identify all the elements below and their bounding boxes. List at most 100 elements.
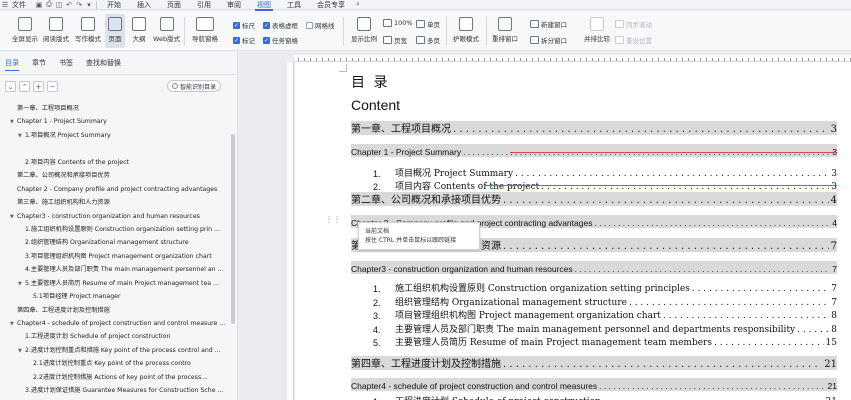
toc-entry[interactable]: Chapter3 - construction organization and… [351,261,837,274]
toc-tree-item[interactable]: 第二章、公司概况和承接项目优势 [0,169,230,182]
toc-entry[interactable]: 3. 项目管理组织机构图 Project management organizat… [373,308,837,321]
writing-mode-button[interactable]: 写作模式 [75,11,101,43]
toc-tree-item[interactable]: 2.1进度计划控制重点 Key point of the process con… [0,357,230,370]
save-icon[interactable]: ▣ [34,0,44,10]
remove-icon[interactable]: − [47,81,58,92]
toc-tree-item[interactable]: 5.1项目经理 Project manager [0,290,230,303]
expand-toggle-icon[interactable]: ▼ [18,345,25,357]
toc-tree-item[interactable]: 第一章、工程项目概况 [0,102,230,115]
toc-tree-item[interactable] [0,142,230,155]
toc-tree-item[interactable]: Chapter 2 - Company profile and project … [0,183,230,196]
task-pane-checkbox[interactable]: ✓ 任务窗格 [263,35,298,45]
ruler-checkbox[interactable]: ✓ 标尺 [233,20,255,30]
tab-view[interactable]: 视图 [249,0,279,11]
toc-entry[interactable]: 1. 施工组织机构设置原则 Construction organization s… [373,281,837,294]
tab-page[interactable]: 页面 [159,0,189,10]
redo-icon[interactable]: ↷ [74,0,84,10]
toc-tree-item[interactable]: 4.主要管理人员及部门职责 The main management person… [0,263,230,276]
toc-entry[interactable]: Chapter4 - schedule of project construct… [351,378,837,391]
expand-toggle-icon[interactable]: ▼ [10,211,17,223]
toc-tree-item[interactable]: 3.进度计划保证措施 Guarantee Measures for Constr… [0,384,230,397]
toc-entry[interactable]: 第二章、公司概况和承接项目优势 4 [351,192,837,206]
toc-entry[interactable]: 2. 组织管理结构 Organizational management struc… [373,295,837,308]
tab-references[interactable]: 引用 [189,0,219,10]
toc-tree-item[interactable]: ▼ 2.进度计划控制重点和措施 Key point of the process … [0,344,230,357]
zoom-button[interactable]: 显示比例 [351,11,377,43]
preview-icon[interactable]: ◫ [54,0,64,10]
toc-entry-text: Chapter 1 - Project Summary [351,147,462,157]
nav-pane-button[interactable]: 导航窗格 [192,11,218,43]
dropdown-icon[interactable]: ▾ [84,0,94,10]
tab-toc[interactable]: 目录 [5,58,19,71]
web-layout-button[interactable]: Web版式 [153,11,180,43]
add-icon[interactable]: + [33,81,44,92]
collapse-icon[interactable]: ⌄ [5,81,16,92]
gridlines-checkbox[interactable]: 网格线 [306,20,335,30]
tab-member[interactable]: 会员专享 [309,0,353,10]
toc-entry[interactable]: 第四章、工程进度计划及控制措施 21 [351,356,837,370]
single-page-button[interactable]: 单页 [416,19,440,29]
eye-protection-button[interactable]: 护眼模式 [453,11,479,43]
fullscreen-button[interactable]: 全屏显示 [12,11,38,43]
file-menu[interactable]: 文件 [10,0,34,10]
toc-entry[interactable]: 4. 主要管理人员及部门职责 The main management person… [373,322,837,335]
horizontal-ruler[interactable] [294,55,851,62]
toc-tree-item[interactable]: 2.项目内容 Contents of the project [0,156,230,169]
toc-tree-item[interactable]: 1.工程进度计划 Schedule of project constructio… [0,330,230,343]
toc-tree-item[interactable]: 第三章、施工组织机构和人力资源 [0,196,230,209]
toc-tree-item[interactable]: ▼ 1.项目概况 Project Summary [0,129,230,142]
tab-home[interactable]: 开始 [99,0,129,10]
toc-entry[interactable]: 5. 主要管理人员简历 Resume of main Project manage… [373,335,837,348]
table-gridlines-checkbox[interactable]: ✓ 表格虚框 [263,20,298,30]
check-icon: ✓ [263,21,270,29]
tab-find-replace[interactable]: 查找和替换 [86,58,121,68]
toc-entry[interactable]: 第一章、工程项目概况 3 [351,121,837,135]
print-icon[interactable]: ⎙ [44,0,54,10]
toc-entry[interactable]: Chapter 1 - Project Summary3 [351,144,837,157]
side-by-side-button[interactable]: 并排比较 [584,11,610,43]
search-icon[interactable]: ⌕ [353,0,363,10]
toc-tree-item[interactable]: 1.施工组织机构设置原则 Construction organization s… [0,223,230,236]
tab-bookmarks[interactable]: 书签 [59,58,73,68]
toc-entry[interactable]: 1.工程进度计划 Schedule of project constructio… [373,394,837,400]
tab-insert[interactable]: 插入 [129,0,159,10]
page-layout-button[interactable]: 页面 [108,11,122,43]
split-window-button[interactable]: 拆分窗口 [530,35,567,45]
toc-entry[interactable]: 1. 项目概况 Project Summary 3 [373,166,837,179]
menu-icon[interactable]: ☰ [0,0,10,10]
new-window-button[interactable]: 新建窗口 [530,19,567,29]
scrollbar-thumb[interactable] [231,134,235,324]
toc-tree-item[interactable]: ▼ Chapter 1 - Project Summary [0,115,230,128]
toc-tree-item[interactable]: ▼ 5.主要管理人员简历 Resume of main Project manag… [0,277,230,290]
expand-toggle-icon[interactable]: ▼ [18,278,25,290]
markup-checkbox[interactable]: ✓ 标记 [233,35,255,45]
toc-tree-item[interactable]: 2.组织管理结构 Organizational management struc… [0,236,230,249]
toc-tree-label: 4.主要管理人员及部门职责 The main management person… [25,266,224,274]
toc-tree-item[interactable]: ▼ Chapter3 - construction organization an… [0,210,230,223]
tab-sections[interactable]: 章节 [32,58,46,68]
expand-toggle-icon[interactable]: ▼ [10,318,17,330]
reading-layout-button[interactable]: 阅读版式 [43,11,69,43]
toc-tree-item[interactable]: 2.2进度计划控制措施 Actions of key point of the … [0,371,230,384]
page-width-button[interactable]: 页宽 [383,35,407,45]
expand-toggle-icon[interactable]: ▼ [10,116,17,128]
nav-scrollbar[interactable] [231,104,235,400]
expand-toggle-icon[interactable]: ▼ [18,130,25,142]
multi-page-button[interactable]: 多页 [416,35,440,45]
drag-handle-icon[interactable]: ⋮⋮ [325,215,341,224]
toc-tree-item[interactable]: ▼ Chapter4 - schedule of project construc… [0,317,230,330]
tab-tools[interactable]: 工具 [279,0,309,10]
undo-icon[interactable]: ↶ [64,0,74,10]
rearrange-window-button[interactable]: 重排窗口 [492,11,518,43]
ruler-tick [634,58,635,61]
outline-button[interactable]: 大纲 [132,11,146,43]
smart-toc-button[interactable]: 智能识别目录 [166,80,221,92]
tab-review[interactable]: 审阅 [219,0,249,10]
toc-tree-item[interactable]: 3.项目管理组织机构图 Project management organizat… [0,250,230,263]
expand-icon[interactable]: ⌃ [19,81,30,92]
reset-position-button[interactable]: 重设位置 [615,35,652,45]
toc-tree-item[interactable]: 第四章、工程进度计划及控制措施 [0,304,230,317]
zoom-100-button[interactable]: 100% [383,19,413,27]
vertical-ruler[interactable] [287,62,294,400]
sync-scroll-button[interactable]: 同步滚动 [615,19,652,29]
